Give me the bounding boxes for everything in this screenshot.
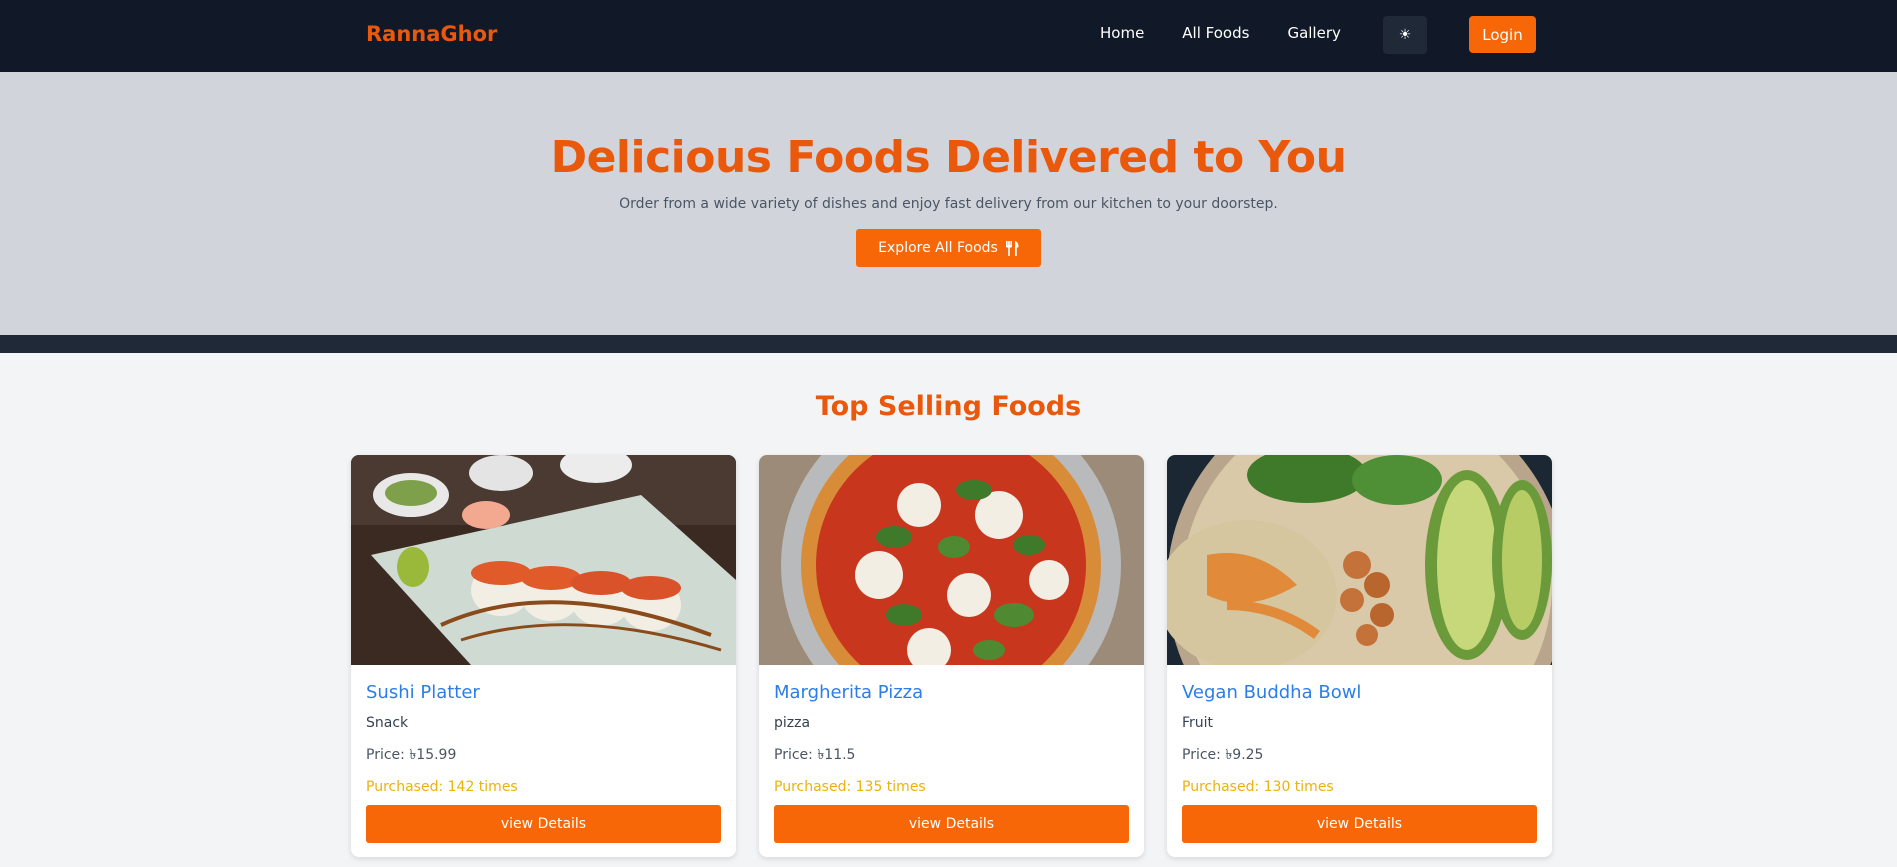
nav-link-gallery[interactable]: Gallery bbox=[1287, 24, 1340, 42]
explore-all-foods-button[interactable]: Explore All Foods bbox=[856, 229, 1041, 267]
food-image-buddha-bowl bbox=[1167, 455, 1552, 665]
theme-toggle-button[interactable]: ☀ bbox=[1383, 16, 1427, 54]
hero-title: Delicious Foods Delivered to You bbox=[550, 132, 1347, 183]
food-image-pizza bbox=[759, 455, 1144, 665]
food-price: Price: ৳15.99 bbox=[366, 747, 457, 763]
nav-link-all-foods[interactable]: All Foods bbox=[1182, 24, 1249, 42]
food-name[interactable]: Margherita Pizza bbox=[774, 682, 1129, 703]
food-card-margherita-pizza: Margherita Pizza pizza Price: ৳11.5 Purc… bbox=[759, 455, 1144, 857]
view-details-button[interactable]: view Details bbox=[366, 805, 721, 843]
food-price: Price: ৳11.5 bbox=[774, 747, 856, 763]
food-name[interactable]: Vegan Buddha Bowl bbox=[1182, 682, 1537, 703]
section-divider bbox=[0, 335, 1897, 353]
hero-subtitle: Order from a wide variety of dishes and … bbox=[619, 196, 1278, 212]
food-name[interactable]: Sushi Platter bbox=[366, 682, 721, 703]
explore-button-label: Explore All Foods bbox=[878, 240, 998, 256]
food-purchase-count: Purchased: 142 times bbox=[366, 779, 518, 795]
food-cards: Sushi Platter Snack Price: ৳15.99 Purcha… bbox=[351, 455, 1552, 857]
utensils-icon bbox=[1005, 240, 1019, 256]
food-purchase-count: Purchased: 135 times bbox=[774, 779, 926, 795]
food-category: pizza bbox=[774, 715, 811, 731]
food-card-vegan-buddha-bowl: Vegan Buddha Bowl Fruit Price: ৳9.25 Pur… bbox=[1167, 455, 1552, 857]
nav-link-home[interactable]: Home bbox=[1100, 24, 1144, 42]
food-price: Price: ৳9.25 bbox=[1182, 747, 1264, 763]
view-details-button[interactable]: view Details bbox=[774, 805, 1129, 843]
food-category: Fruit bbox=[1182, 715, 1214, 731]
food-card-sushi-platter: Sushi Platter Snack Price: ৳15.99 Purcha… bbox=[351, 455, 736, 857]
food-image-sushi bbox=[351, 455, 736, 665]
view-details-button[interactable]: view Details bbox=[1182, 805, 1537, 843]
brand-logo[interactable]: RannaGhor bbox=[366, 22, 497, 46]
hero-section: Delicious Foods Delivered to You Order f… bbox=[0, 72, 1897, 335]
navbar: RannaGhor Home All Foods Gallery ☀ Login bbox=[0, 0, 1897, 72]
sun-icon: ☀ bbox=[1398, 27, 1412, 43]
food-category: Snack bbox=[366, 715, 409, 731]
nav-links: Home All Foods Gallery bbox=[1100, 24, 1379, 42]
food-purchase-count: Purchased: 130 times bbox=[1182, 779, 1334, 795]
login-button[interactable]: Login bbox=[1469, 16, 1536, 53]
top-selling-title: Top Selling Foods bbox=[815, 391, 1082, 422]
